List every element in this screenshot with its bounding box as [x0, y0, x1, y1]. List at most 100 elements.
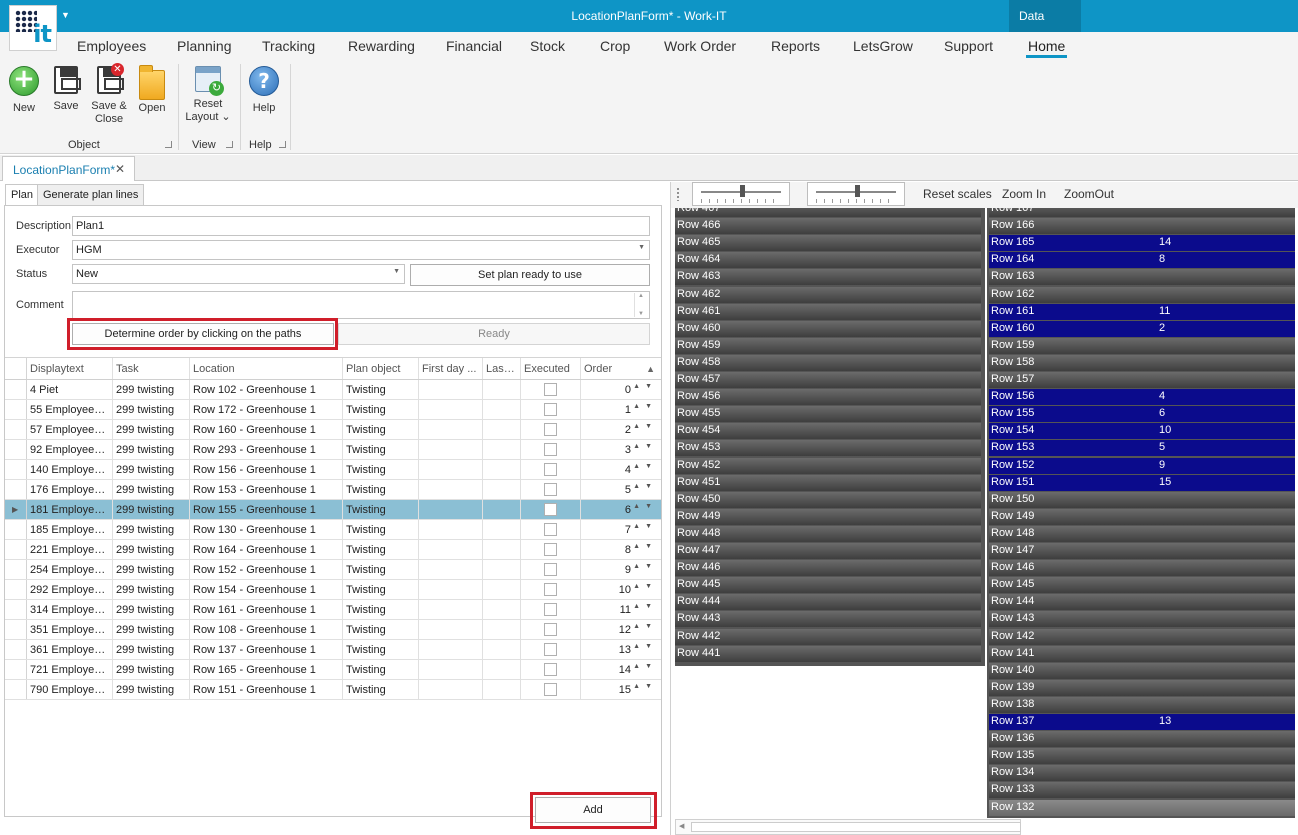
cell-plan-object[interactable]: Twisting: [343, 640, 419, 659]
cell-plan-object[interactable]: Twisting: [343, 460, 419, 479]
path-row[interactable]: Row 163: [989, 269, 1295, 286]
menu-crop[interactable]: Crop: [600, 38, 630, 54]
cell-first-day[interactable]: [419, 560, 483, 579]
cell-plan-object[interactable]: Twisting: [343, 500, 419, 519]
open-button[interactable]: Open: [136, 65, 168, 115]
cell-plan-object[interactable]: Twisting: [343, 480, 419, 499]
cell-first-day[interactable]: [419, 440, 483, 459]
cell-task[interactable]: 299 twisting: [113, 460, 190, 479]
executed-checkbox[interactable]: [544, 483, 557, 496]
cell-location[interactable]: Row 293 - Greenhouse 1: [190, 440, 343, 459]
path-row[interactable]: Row 167: [989, 208, 1295, 217]
order-spin-icon[interactable]: ▲▼: [633, 623, 657, 630]
column-header-executed[interactable]: Executed: [521, 358, 581, 379]
cell-order[interactable]: 3 ▲▼: [581, 440, 661, 459]
zoom-in-button[interactable]: Zoom In: [1002, 187, 1046, 201]
cell-last[interactable]: [483, 520, 521, 539]
cell-order[interactable]: 14 ▲▼: [581, 660, 661, 679]
table-row[interactable]: 790 Employee... 299 twisting Row 151 - Gre…: [5, 680, 661, 700]
cell-displaytext[interactable]: 221 Employee...: [27, 540, 113, 559]
path-row[interactable]: Row 159: [989, 337, 1295, 354]
cell-first-day[interactable]: [419, 380, 483, 399]
cell-task[interactable]: 299 twisting: [113, 500, 190, 519]
path-row-selected[interactable]: Row 164 8: [989, 252, 1295, 269]
path-row[interactable]: Row 140: [989, 662, 1295, 679]
row-indicator[interactable]: [5, 600, 27, 619]
menu-rewarding[interactable]: Rewarding: [348, 38, 415, 54]
cell-plan-object[interactable]: Twisting: [343, 560, 419, 579]
slider-thumb[interactable]: [855, 185, 860, 197]
path-row-selected[interactable]: Row 153 5: [989, 440, 1295, 457]
cell-order[interactable]: 13 ▲▼: [581, 640, 661, 659]
cell-last[interactable]: [483, 580, 521, 599]
executed-checkbox[interactable]: [544, 503, 557, 516]
cell-location[interactable]: Row 164 - Greenhouse 1: [190, 540, 343, 559]
path-row-selected[interactable]: Row 152 9: [989, 457, 1295, 474]
cell-executed[interactable]: [521, 540, 581, 559]
cell-first-day[interactable]: [419, 480, 483, 499]
table-row[interactable]: 55 Employee_55 299 twisting Row 172 - Gree…: [5, 400, 661, 420]
path-row[interactable]: Row 143: [989, 611, 1295, 628]
cell-displaytext[interactable]: 181 Employee...: [27, 500, 113, 519]
cell-order[interactable]: 7 ▲▼: [581, 520, 661, 539]
greenhouse-canvas[interactable]: Row 467 Row 466 Row 465 Row 464 Row 463 Row 4…: [675, 208, 1295, 818]
cell-order[interactable]: 2 ▲▼: [581, 420, 661, 439]
row-indicator[interactable]: [5, 440, 27, 459]
reset-layout-button[interactable]: Reset Layout ⌄: [182, 66, 234, 124]
cell-displaytext[interactable]: 314 Employee...: [27, 600, 113, 619]
set-plan-ready-button[interactable]: Set plan ready to use: [410, 264, 650, 286]
zoom-out-button[interactable]: ZoomOut: [1064, 187, 1114, 201]
executed-checkbox[interactable]: [544, 423, 557, 436]
path-row[interactable]: Row 452: [675, 457, 981, 474]
path-row[interactable]: Row 448: [675, 525, 981, 542]
cell-task[interactable]: 299 twisting: [113, 660, 190, 679]
toolbar-grip-icon[interactable]: [677, 187, 679, 201]
column-header-task[interactable]: Task: [113, 358, 190, 379]
table-row[interactable]: 221 Employee... 299 twisting Row 164 - Gre…: [5, 540, 661, 560]
cell-first-day[interactable]: [419, 540, 483, 559]
cell-plan-object[interactable]: Twisting: [343, 420, 419, 439]
path-row[interactable]: Row 451: [675, 474, 981, 491]
cell-last[interactable]: [483, 660, 521, 679]
path-row[interactable]: Row 145: [989, 577, 1295, 594]
order-spin-icon[interactable]: ▲▼: [633, 603, 657, 610]
row-indicator[interactable]: [5, 660, 27, 679]
path-row[interactable]: Row 465: [675, 235, 981, 252]
table-row[interactable]: 351 Employee... 299 twisting Row 108 - Gre…: [5, 620, 661, 640]
path-row[interactable]: Row 466: [675, 218, 981, 235]
cell-plan-object[interactable]: Twisting: [343, 380, 419, 399]
cell-executed[interactable]: [521, 620, 581, 639]
cell-plan-object[interactable]: Twisting: [343, 540, 419, 559]
canvas-horizontal-scrollbar[interactable]: [675, 819, 1021, 835]
row-indicator[interactable]: [5, 520, 27, 539]
cell-executed[interactable]: [521, 580, 581, 599]
executed-checkbox[interactable]: [544, 603, 557, 616]
row-indicator[interactable]: [5, 420, 27, 439]
row-indicator[interactable]: [5, 620, 27, 639]
cell-first-day[interactable]: [419, 500, 483, 519]
path-row[interactable]: Row 456: [675, 389, 981, 406]
path-row[interactable]: Row 135: [989, 748, 1295, 765]
path-row[interactable]: Row 443: [675, 611, 981, 628]
path-row[interactable]: Row 147: [989, 543, 1295, 559]
path-row[interactable]: Row 459: [675, 337, 981, 354]
menu-employees[interactable]: Employees: [77, 38, 146, 54]
path-row[interactable]: Row 162: [989, 286, 1295, 303]
help-button[interactable]: ? Help: [247, 66, 281, 115]
cell-displaytext[interactable]: 292 Employee...: [27, 580, 113, 599]
cell-order[interactable]: 6 ▲▼: [581, 500, 661, 519]
row-indicator[interactable]: [5, 640, 27, 659]
path-row-selected[interactable]: Row 151 15: [989, 474, 1295, 491]
cell-task[interactable]: 299 twisting: [113, 520, 190, 539]
cell-location[interactable]: Row 152 - Greenhouse 1: [190, 560, 343, 579]
menu-home[interactable]: Home: [1025, 38, 1068, 58]
path-row[interactable]: Row 446: [675, 560, 981, 577]
cell-order[interactable]: 10 ▲▼: [581, 580, 661, 599]
cell-executed[interactable]: [521, 380, 581, 399]
path-row[interactable]: Row 158: [989, 354, 1295, 371]
tab-plan[interactable]: Plan: [5, 184, 40, 206]
cell-location[interactable]: Row 130 - Greenhouse 1: [190, 520, 343, 539]
cell-task[interactable]: 299 twisting: [113, 560, 190, 579]
cell-first-day[interactable]: [419, 660, 483, 679]
path-row[interactable]: Row 455: [675, 406, 981, 423]
